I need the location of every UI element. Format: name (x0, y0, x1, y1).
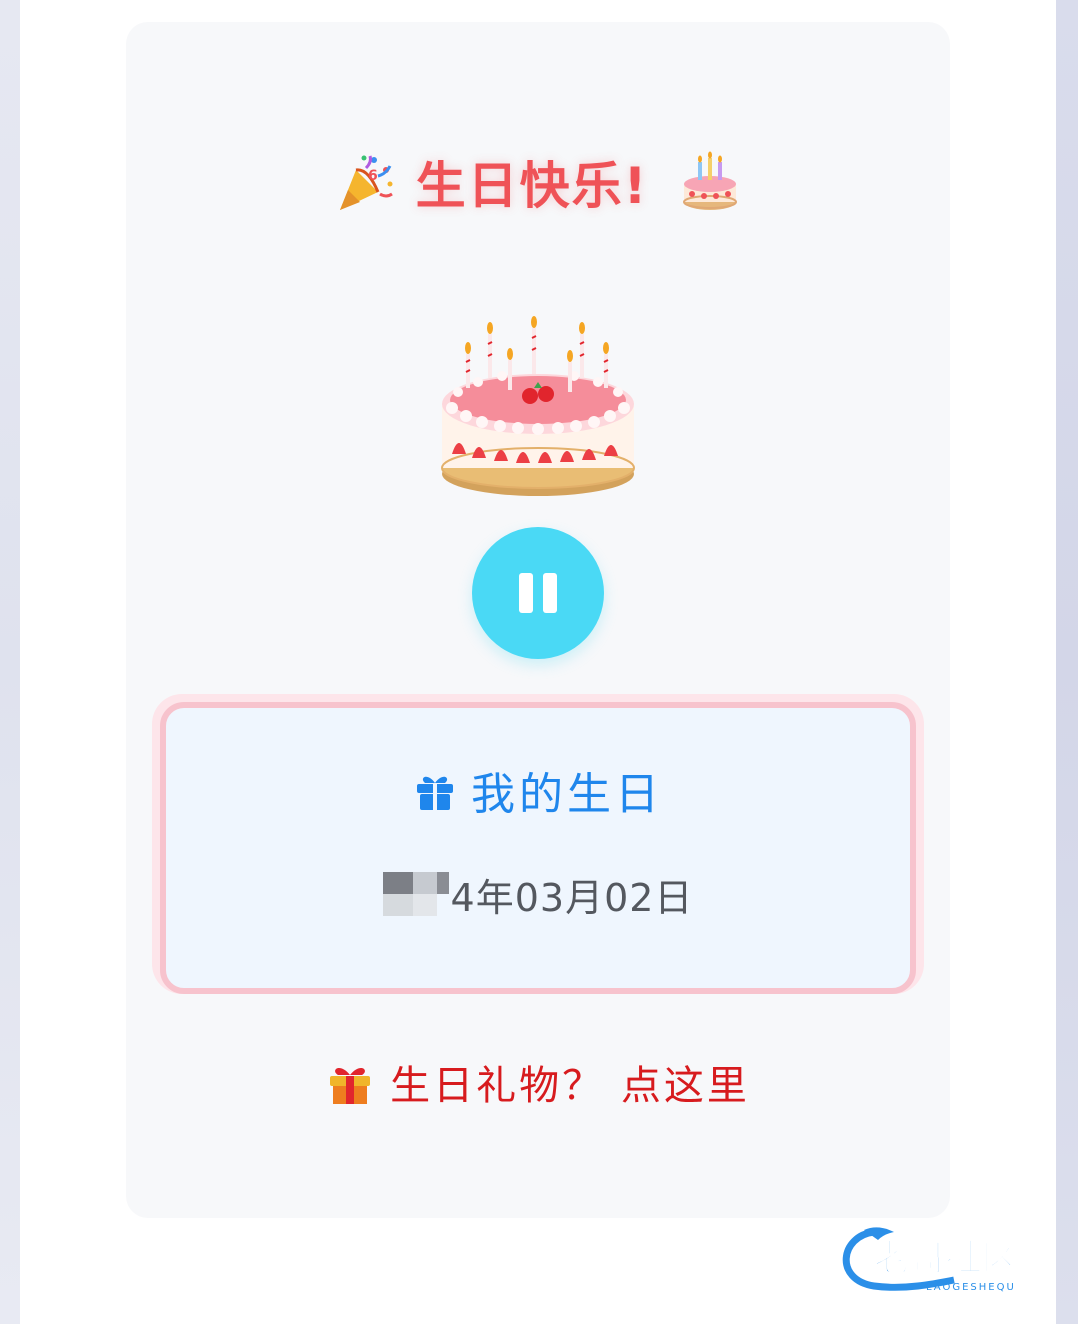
header: 6 生日快乐! (126, 142, 950, 222)
page: 6 生日快乐! 我的生日 4年03月02日 生日礼物？ 点这里 (20, 0, 1056, 1324)
left-edge-strip (0, 0, 20, 1324)
gift-link-label: 生日礼物？ 点这里 (390, 1063, 750, 1109)
birthday-info-header: 我的生日 (166, 760, 910, 820)
page-title: 生日快乐! (415, 157, 649, 215)
birth-date: 4年03月02日 (450, 875, 694, 920)
right-edge-strip (1056, 0, 1078, 1324)
pause-icon (519, 573, 533, 613)
gift-link[interactable]: 生日礼物？ 点这里 (126, 1052, 950, 1112)
pause-icon-bar (543, 573, 557, 613)
gift-icon (417, 776, 453, 810)
birth-date-row: 4年03月02日 (166, 868, 910, 920)
wrapped-gift-icon (330, 1067, 371, 1104)
birthday-info-inner: 我的生日 4年03月02日 (160, 702, 916, 994)
birthday-info-card: 我的生日 4年03月02日 (152, 694, 924, 994)
birthday-info-title: 我的生日 (471, 769, 663, 820)
svg-text:老哥社区: 老哥社区 (874, 1238, 1018, 1279)
redacted-mask (382, 872, 449, 916)
svg-text:LAOGESHEQU: LAOGESHEQU (926, 1282, 1016, 1293)
birthday-card-panel: 6 生日快乐! 我的生日 4年03月02日 生日礼物？ 点这里 (126, 22, 950, 1218)
brand-watermark-logo: 老哥社区 LAOGESHEQU (842, 1227, 1019, 1293)
birthday-cake-icon (683, 151, 738, 210)
pause-button[interactable] (472, 527, 604, 659)
svg-text:6: 6 (368, 168, 378, 184)
birthday-cake-candles-icon (441, 316, 635, 496)
party-popper-icon: 6 (339, 155, 393, 210)
